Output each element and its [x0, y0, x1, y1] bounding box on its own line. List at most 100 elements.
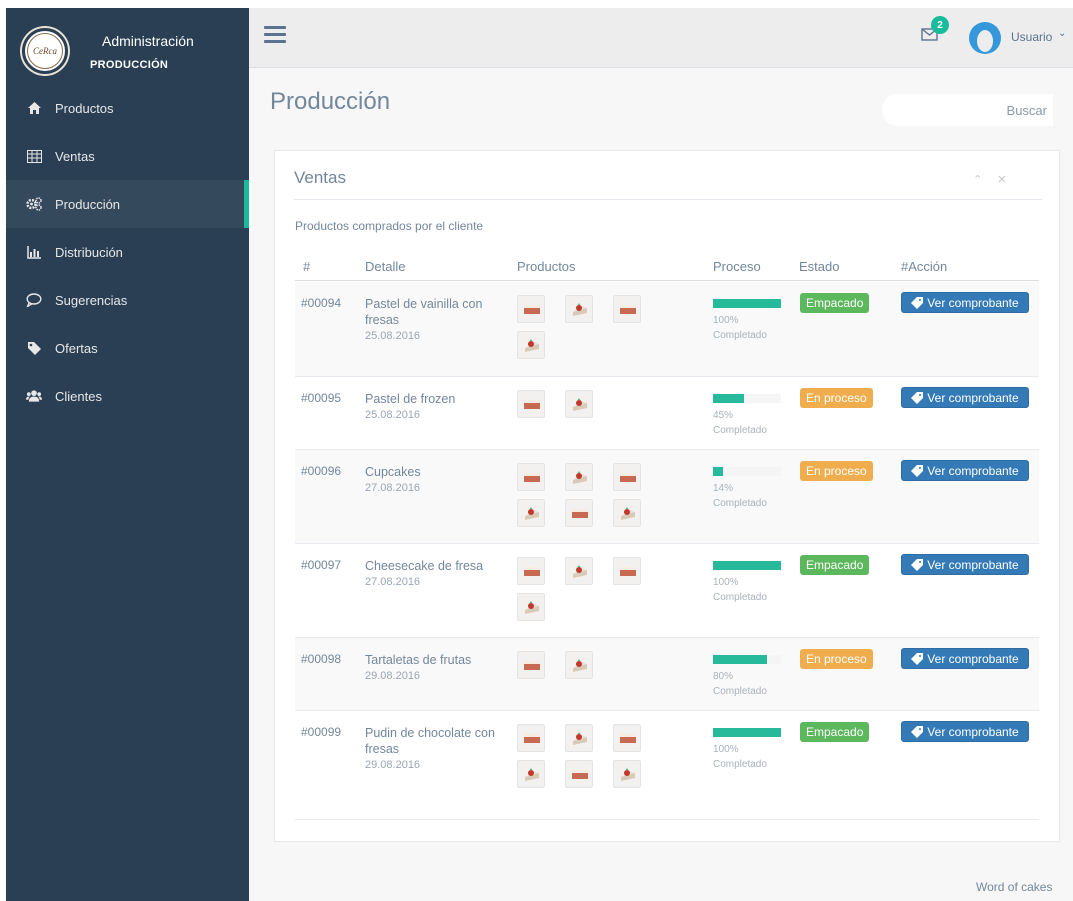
status-badge: En proceso: [800, 461, 873, 481]
sidebar-item-label: Distribución: [55, 244, 123, 260]
order-date: 27.08.2016: [365, 482, 421, 494]
user-name[interactable]: Usuario: [1011, 30, 1052, 44]
progress-text: 14% Completado: [713, 481, 781, 511]
strawberry-cake-thumbnail[interactable]: [517, 760, 545, 788]
progress-label: Completado: [713, 592, 767, 603]
process-progress: 100% Completado: [713, 299, 781, 343]
order-id: #00094: [301, 296, 342, 310]
cake-slice-thumbnail[interactable]: [613, 557, 641, 585]
view-receipt-label: Ver comprobante: [927, 390, 1019, 405]
tag-icon: [911, 464, 924, 477]
home-icon: [26, 100, 42, 116]
strawberry-cake-thumbnail[interactable]: [517, 331, 545, 359]
search-button[interactable]: Buscar: [980, 96, 1053, 124]
cake-slice-thumbnail[interactable]: [565, 760, 593, 788]
sidebar-item-clientes[interactable]: Clientes: [6, 372, 249, 420]
view-receipt-button[interactable]: Ver comprobante: [901, 554, 1029, 575]
tag-icon: [911, 296, 924, 309]
cake-slice-thumbnail[interactable]: [613, 295, 641, 323]
view-receipt-button[interactable]: Ver comprobante: [901, 460, 1029, 481]
panel-title: Ventas: [294, 168, 346, 187]
sidebar-item-distribucion[interactable]: Distribución: [6, 228, 249, 276]
brand-title: Administración: [102, 33, 194, 49]
view-receipt-button[interactable]: Ver comprobante: [901, 387, 1029, 408]
sidebar-item-productos[interactable]: Productos: [6, 84, 249, 132]
view-receipt-label: Ver comprobante: [927, 557, 1019, 572]
menu-toggle-icon[interactable]: [264, 26, 286, 44]
view-receipt-button[interactable]: Ver comprobante: [901, 292, 1029, 313]
strawberry-cake-thumbnail[interactable]: [565, 463, 593, 491]
chevron-down-icon[interactable]: ⌄: [1058, 28, 1066, 39]
tag-icon: [26, 340, 42, 356]
product-name: Cheesecake de fresa: [365, 559, 484, 573]
footer-text: Word of cakes: [976, 880, 1053, 894]
view-receipt-button[interactable]: Ver comprobante: [901, 648, 1029, 669]
order-detail: Pastel de vainilla con fresas 25.08.2016: [365, 296, 505, 344]
order-date: 25.08.2016: [365, 409, 421, 421]
progress-label: Completado: [713, 686, 767, 697]
cake-slice-thumbnail[interactable]: [613, 724, 641, 752]
table-header: # Detalle Productos Proceso Estado #Acci…: [295, 257, 1039, 281]
sidebar-item-sugerencias[interactable]: Sugerencias: [6, 276, 249, 324]
process-progress: 80% Completado: [713, 655, 781, 699]
progress-bar: [713, 561, 781, 570]
progress-label: Completado: [713, 425, 767, 436]
sidebar-item-label: Ofertas: [55, 340, 98, 356]
progress-label: Completado: [713, 330, 767, 341]
product-name: Pastel de frozen: [365, 392, 456, 406]
strawberry-cake-thumbnail[interactable]: [613, 499, 641, 527]
sidebar-menu: Productos Ventas Producción Distribución: [6, 84, 249, 420]
process-progress: 100% Completado: [713, 561, 781, 605]
order-date: 27.08.2016: [365, 576, 421, 588]
cake-slice-thumbnail[interactable]: [517, 651, 545, 679]
table-row: #00097 Cheesecake de fresa 27.08.2016 100% C…: [295, 544, 1039, 638]
progress-track: [713, 394, 781, 403]
strawberry-cake-thumbnail[interactable]: [613, 760, 641, 788]
order-id: #00098: [301, 652, 342, 666]
brand: CeRca Administración PRODUCCIÓN: [6, 8, 249, 80]
user-avatar[interactable]: [969, 22, 1001, 54]
gears-icon: [26, 196, 42, 212]
cake-slice-thumbnail[interactable]: [517, 463, 545, 491]
column-header-productos: Productos: [517, 259, 576, 274]
sidebar-item-ofertas[interactable]: Ofertas: [6, 324, 249, 372]
view-receipt-label: Ver comprobante: [927, 724, 1019, 739]
sidebar-item-ventas[interactable]: Ventas: [6, 132, 249, 180]
strawberry-cake-thumbnail[interactable]: [565, 651, 593, 679]
status-badge: En proceso: [800, 388, 873, 408]
order-detail: Tartaletas de frutas 29.08.2016: [365, 652, 505, 684]
strawberry-cake-thumbnail[interactable]: [565, 557, 593, 585]
product-name: Cupcakes: [365, 465, 421, 479]
strawberry-cake-thumbnail[interactable]: [517, 593, 545, 621]
panel-tools[interactable]: ⌃ ✕: [973, 173, 1013, 186]
progress-text: 45% Completado: [713, 408, 781, 438]
column-header-proceso: Proceso: [713, 259, 761, 274]
table-row: #00098 Tartaletas de frutas 29.08.2016 80% C…: [295, 638, 1039, 711]
cake-slice-thumbnail[interactable]: [613, 463, 641, 491]
sidebar-item-label: Sugerencias: [55, 292, 128, 308]
search-input[interactable]: [882, 94, 992, 126]
strawberry-cake-thumbnail[interactable]: [565, 724, 593, 752]
progress-track: [713, 655, 781, 664]
view-receipt-button[interactable]: Ver comprobante: [901, 721, 1029, 742]
status-badge: Empacado: [800, 293, 870, 313]
brand-logo[interactable]: CeRca: [22, 28, 68, 74]
tag-icon: [911, 558, 924, 571]
cake-slice-thumbnail[interactable]: [517, 557, 545, 585]
sidebar-item-produccion[interactable]: Producción: [6, 180, 249, 228]
strawberry-cake-thumbnail[interactable]: [517, 499, 545, 527]
order-id: #00096: [301, 464, 342, 478]
bar-chart-icon: [26, 244, 42, 260]
progress-label: Completado: [713, 498, 767, 509]
cake-slice-thumbnail[interactable]: [565, 499, 593, 527]
tag-icon: [911, 652, 924, 665]
cake-slice-thumbnail[interactable]: [517, 390, 545, 418]
strawberry-cake-thumbnail[interactable]: [565, 295, 593, 323]
cake-slice-thumbnail[interactable]: [517, 724, 545, 752]
strawberry-cake-thumbnail[interactable]: [565, 390, 593, 418]
order-detail: Pudin de chocolate con fresas 29.08.2016: [365, 725, 505, 773]
panel-divider: [294, 199, 1042, 200]
cake-slice-thumbnail[interactable]: [517, 295, 545, 323]
progress-track: [713, 467, 781, 476]
view-receipt-label: Ver comprobante: [927, 463, 1019, 478]
